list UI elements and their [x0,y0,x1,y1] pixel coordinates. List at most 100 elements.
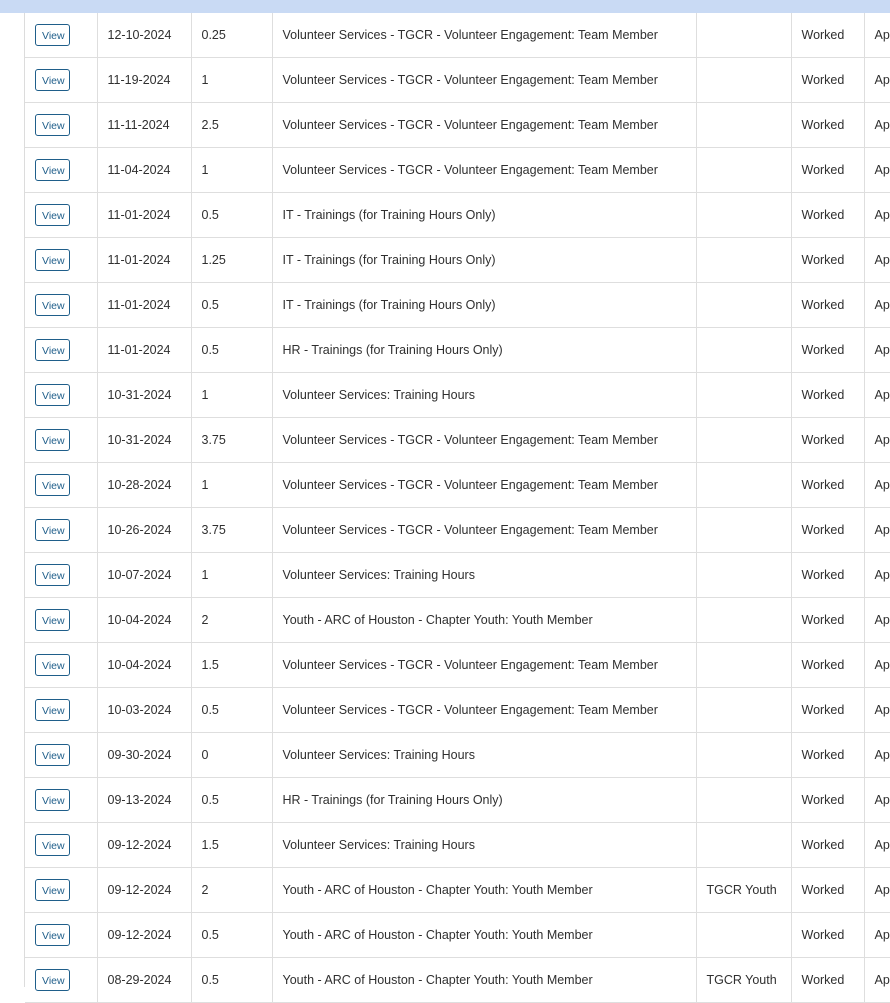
type-cell: Worked [791,147,865,193]
date-cell: 08-29-2024 [97,957,192,1003]
position-cell: HR - Trainings (for Training Hours Only) [272,327,697,373]
action-cell: View [25,912,98,958]
view-button[interactable]: View [35,519,70,541]
table-row: View 11-01-2024 0.5 IT - Trainings (for Tra… [25,192,890,238]
view-button[interactable]: View [35,699,70,721]
table-row: View 10-28-2024 1 Volunteer Services - TGCR… [25,462,890,508]
action-cell: View [25,13,98,58]
date-cell: 09-13-2024 [97,777,192,823]
date-cell: 10-04-2024 [97,642,192,688]
hours-cell: 0.5 [191,282,273,328]
table-row: View 09-12-2024 2 Youth - ARC of Houston - … [25,867,890,913]
position-cell: IT - Trainings (for Training Hours Only) [272,192,697,238]
team-cell [696,102,792,148]
type-cell: Worked [791,57,865,103]
view-button[interactable]: View [35,24,70,46]
view-button[interactable]: View [35,159,70,181]
hours-cell: 3.75 [191,507,273,553]
status-cell: Ap [864,867,890,913]
date-cell: 10-07-2024 [97,552,192,598]
position-cell: Volunteer Services - TGCR - Volunteer En… [272,102,697,148]
team-cell [696,372,792,418]
team-cell [696,147,792,193]
team-cell [696,732,792,778]
status-cell: Ap [864,732,890,778]
view-button[interactable]: View [35,654,70,676]
table-row: View 11-01-2024 0.5 IT - Trainings (for Tra… [25,282,890,328]
hours-cell: 1.25 [191,237,273,283]
team-cell [696,417,792,463]
table-row: View 11-19-2024 1 Volunteer Services - TGCR… [25,57,890,103]
hours-cell: 0.5 [191,957,273,1003]
view-button[interactable]: View [35,294,70,316]
status-cell: Ap [864,507,890,553]
table-row: View 09-12-2024 0.5 Youth - ARC of Houston … [25,912,890,958]
status-cell: Ap [864,912,890,958]
position-cell: Volunteer Services - TGCR - Volunteer En… [272,147,697,193]
view-button[interactable]: View [35,879,70,901]
status-cell: Ap [864,777,890,823]
date-cell: 10-31-2024 [97,417,192,463]
table-row: View 11-01-2024 1.25 IT - Trainings (for Tr… [25,237,890,283]
view-button[interactable]: View [35,834,70,856]
view-button[interactable]: View [35,564,70,586]
hours-cell: 1 [191,147,273,193]
status-cell: Ap [864,822,890,868]
type-cell: Worked [791,372,865,418]
date-cell: 10-31-2024 [97,372,192,418]
action-cell: View [25,417,98,463]
action-cell: View [25,462,98,508]
table-row: View 09-30-2024 0 Volunteer Services: Train… [25,732,890,778]
position-cell: IT - Trainings (for Training Hours Only) [272,282,697,328]
position-cell: Volunteer Services - TGCR - Volunteer En… [272,417,697,463]
table-row: View 10-04-2024 2 Youth - ARC of Houston - … [25,597,890,643]
table-row: View 10-31-2024 3.75 Volunteer Services - T… [25,417,890,463]
hours-cell: 3.75 [191,417,273,463]
action-cell: View [25,732,98,778]
status-cell: Ap [864,462,890,508]
team-cell: TGCR Youth [696,957,792,1003]
team-cell [696,642,792,688]
position-cell: Volunteer Services: Training Hours [272,372,697,418]
hours-cell: 0 [191,732,273,778]
table-row: View 10-03-2024 0.5 Volunteer Services - TG… [25,687,890,733]
date-cell: 11-01-2024 [97,192,192,238]
view-button[interactable]: View [35,204,70,226]
type-cell: Worked [791,642,865,688]
status-cell: Ap [864,642,890,688]
table-row: View 11-01-2024 0.5 HR - Trainings (for Tra… [25,327,890,373]
view-button[interactable]: View [35,339,70,361]
type-cell: Worked [791,732,865,778]
view-button[interactable]: View [35,114,70,136]
view-button[interactable]: View [35,384,70,406]
date-cell: 11-04-2024 [97,147,192,193]
view-button[interactable]: View [35,924,70,946]
table-row: View 10-31-2024 1 Volunteer Services: Train… [25,372,890,418]
table-row: View 08-29-2024 0.5 Youth - ARC of Houston … [25,957,890,1003]
date-cell: 11-01-2024 [97,282,192,328]
action-cell: View [25,507,98,553]
view-button[interactable]: View [35,609,70,631]
view-button[interactable]: View [35,69,70,91]
action-cell: View [25,327,98,373]
status-cell: Ap [864,192,890,238]
view-button[interactable]: View [35,429,70,451]
action-cell: View [25,957,98,1003]
position-cell: Volunteer Services: Training Hours [272,822,697,868]
view-button[interactable]: View [35,789,70,811]
view-button[interactable]: View [35,744,70,766]
view-button[interactable]: View [35,969,70,991]
view-button[interactable]: View [35,249,70,271]
date-cell: 11-01-2024 [97,327,192,373]
team-cell [696,237,792,283]
view-button[interactable]: View [35,474,70,496]
date-cell: 09-30-2024 [97,732,192,778]
team-cell [696,462,792,508]
team-cell [696,192,792,238]
type-cell: Worked [791,13,865,58]
type-cell: Worked [791,912,865,958]
action-cell: View [25,102,98,148]
position-cell: HR - Trainings (for Training Hours Only) [272,777,697,823]
action-cell: View [25,237,98,283]
hours-cell: 1 [191,462,273,508]
